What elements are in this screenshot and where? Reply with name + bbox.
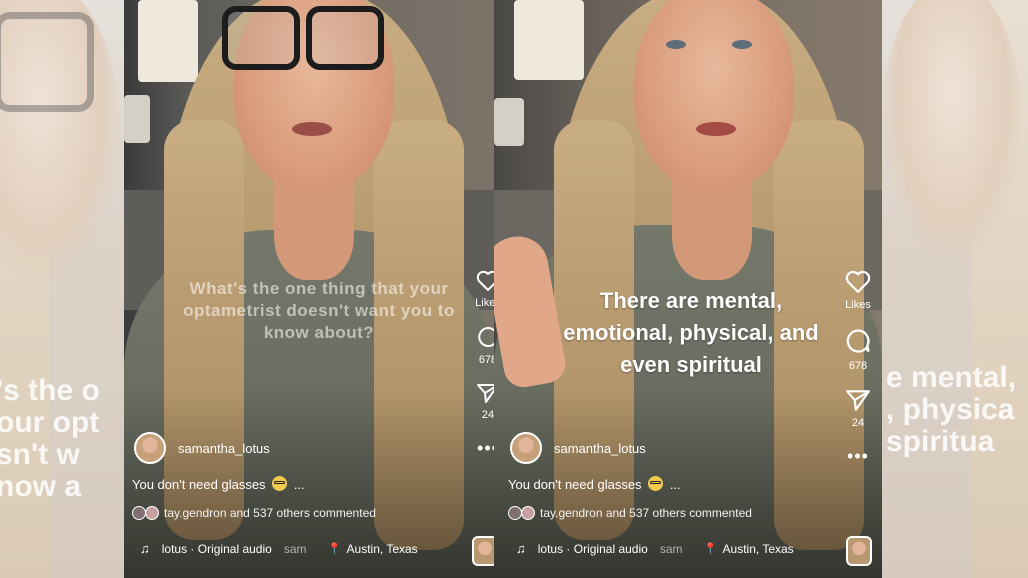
nerd-face-emoji-icon	[648, 476, 664, 491]
audio-label[interactable]: lotus · Original audio	[162, 542, 272, 556]
share-button[interactable]: 24	[845, 388, 871, 429]
location-label[interactable]: Austin, Texas	[723, 542, 794, 556]
shares-count: 24	[851, 417, 865, 429]
comments-count: 678	[478, 354, 494, 366]
avatar[interactable]	[134, 432, 166, 464]
description-text: You don't need glasses	[508, 477, 642, 492]
music-note-icon: ♫	[516, 541, 526, 556]
comment-button[interactable]: 678	[844, 327, 872, 372]
author-row[interactable]: samantha_lotus	[134, 432, 270, 464]
likes-label: Likes	[845, 299, 871, 311]
username[interactable]: samantha_lotus	[554, 441, 646, 456]
paper-plane-icon	[846, 390, 870, 411]
heart-outline-icon	[845, 270, 871, 293]
commenter-avatar	[521, 506, 535, 520]
comments-summary[interactable]: tay.gendron and 537 others commented	[132, 506, 376, 520]
video-panel-right[interactable]: There are mental, emotional, physical, a…	[494, 0, 882, 578]
location-pin-icon: 📍	[703, 543, 718, 555]
audio-label-next: sam	[659, 541, 683, 556]
likes-label: Likes	[475, 297, 494, 309]
action-rail: Likes 678 24 •••	[836, 270, 880, 477]
like-button[interactable]: Likes	[475, 270, 494, 309]
video-panel-left[interactable]: What's the one thing that your optametri…	[124, 0, 494, 578]
audio-thumbnail[interactable]	[472, 536, 494, 566]
video-description[interactable]: You don't need glasses ...	[132, 476, 305, 492]
audio-location-row: ♫ lotus · Original audio sam 📍 Austin, T…	[516, 541, 794, 556]
more-options-button[interactable]: •••	[847, 445, 869, 466]
action-rail: Likes 678 24 •••	[466, 270, 494, 469]
location-label[interactable]: Austin, Texas	[347, 542, 418, 556]
commenter-avatar	[132, 506, 146, 520]
video-overlay-caption: There are mental, emotional, physical, a…	[563, 288, 819, 377]
more-icon: •••	[847, 446, 869, 466]
comments-count: 678	[848, 360, 868, 372]
heart-outline-icon	[476, 270, 494, 291]
blurred-glasses	[0, 12, 94, 112]
comments-summary-text: tay.gendron and 537 others commented	[540, 506, 752, 520]
nerd-face-emoji-icon	[272, 476, 288, 491]
blurred-background-right: e mental, , physica spiritua	[882, 0, 1028, 578]
speech-bubble-icon	[478, 326, 494, 347]
like-button[interactable]: Likes	[844, 270, 872, 311]
audio-location-row: ♫ lotus · Original audio sam 📍 Austin, T…	[140, 541, 418, 556]
video-description[interactable]: You don't need glasses ...	[508, 476, 681, 492]
description-more[interactable]: ...	[670, 477, 681, 492]
shares-count: 24	[481, 409, 494, 421]
blurred-overlay-text: 's the o our opt sn't w now a	[0, 374, 100, 503]
audio-label-next: sam	[283, 541, 307, 556]
blurred-background-left: 's the o our opt sn't w now a	[0, 0, 124, 578]
avatar[interactable]	[510, 432, 542, 464]
location-pin-icon: 📍	[327, 543, 342, 555]
description-text: You don't need glasses	[132, 477, 266, 492]
comments-summary[interactable]: tay.gendron and 537 others commented	[508, 506, 752, 520]
comment-button[interactable]: 678	[476, 325, 494, 366]
speech-bubble-icon	[846, 329, 870, 353]
video-overlay-caption: What's the one thing that your optametri…	[183, 279, 455, 342]
share-button[interactable]: 24	[476, 382, 494, 421]
description-more[interactable]: ...	[294, 477, 305, 492]
commenter-avatar	[508, 506, 522, 520]
more-icon: •••	[477, 438, 494, 458]
audio-label[interactable]: lotus · Original audio	[538, 542, 648, 556]
comments-summary-text: tay.gendron and 537 others commented	[164, 506, 376, 520]
commenter-avatar	[145, 506, 159, 520]
more-options-button[interactable]: •••	[477, 437, 494, 458]
paper-plane-icon	[477, 384, 494, 403]
blurred-overlay-text: e mental, , physica spiritua	[886, 361, 1017, 458]
username[interactable]: samantha_lotus	[178, 441, 270, 456]
music-note-icon: ♫	[140, 541, 150, 556]
author-row[interactable]: samantha_lotus	[510, 432, 646, 464]
audio-thumbnail[interactable]	[846, 536, 872, 566]
